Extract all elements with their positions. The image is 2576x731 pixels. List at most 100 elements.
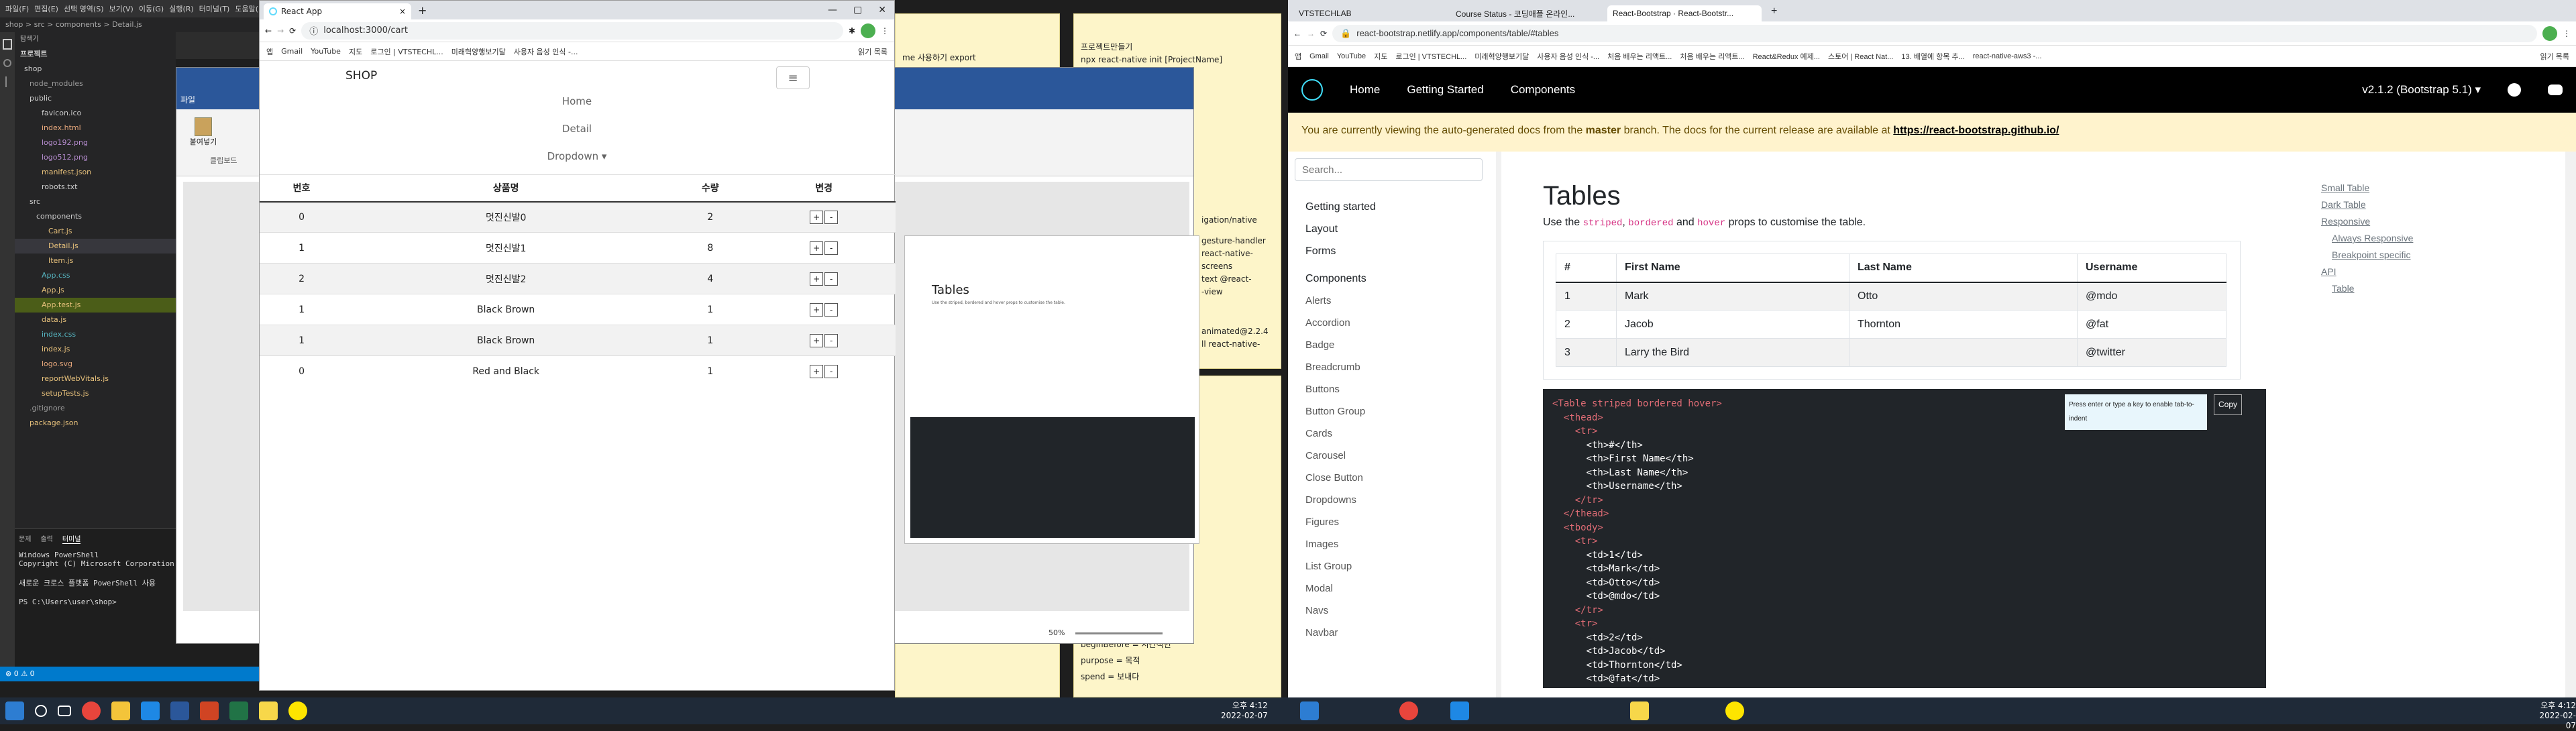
increase-button[interactable]: + [810,302,824,317]
forward-icon[interactable]: → [1307,29,1315,38]
toc-always-responsive[interactable]: Always Responsive [2321,230,2428,247]
bookmark-apps[interactable]: 앱 [266,46,273,57]
increase-button[interactable]: + [810,364,824,378]
toc-breakpoint-specific[interactable]: Breakpoint specific [2321,247,2428,264]
tree-item[interactable]: index.css [15,327,176,342]
page-scrollbar[interactable] [2565,152,2576,697]
decrease-button[interactable]: - [824,364,839,378]
bookmark-maps[interactable]: 지도 [349,46,362,57]
sidebar-layout[interactable]: Layout [1288,218,1496,240]
tree-item[interactable]: robots.txt [15,180,176,194]
menu-edit[interactable]: 편집(E) [34,3,58,14]
bookmark-item[interactable]: 미래혁양행보기달 [1474,51,1529,62]
sidebar-item-dropdowns[interactable]: Dropdowns [1288,489,1496,511]
increase-button[interactable]: + [810,210,824,224]
hamburger-toggle[interactable]: ≡ [776,66,810,89]
toc-dark-table[interactable]: Dark Table [2321,196,2428,213]
back-icon[interactable]: ← [265,26,272,36]
explorer-section[interactable]: 프로젝트 [15,47,176,62]
bookmark-maps[interactable]: 지도 [1374,51,1387,62]
decrease-button[interactable]: - [824,272,839,286]
tree-item[interactable]: package.json [15,416,176,431]
ribbon-tab-file[interactable]: 파일 [180,94,195,105]
sidebar-item-alerts[interactable]: Alerts [1288,290,1496,312]
bookmark-item[interactable]: 처음 배우는 리액트... [1607,51,1672,62]
source-control-icon[interactable] [5,76,13,87]
profile-avatar[interactable] [2542,25,2557,41]
nav-components[interactable]: Components [1511,83,1575,97]
zoom-slider[interactable] [1075,632,1163,634]
increase-button[interactable]: + [810,241,824,255]
panel-tab-terminal[interactable]: 터미널 [62,533,81,544]
decrease-button[interactable]: - [824,210,839,224]
bookmark-item[interactable]: 로그인 | VTSTECHL... [370,46,443,57]
sidebar-item-modal[interactable]: Modal [1288,577,1496,600]
new-tab-button[interactable]: + [411,4,433,19]
copy-button[interactable]: Copy [2214,394,2243,415]
sidebar-item-badge[interactable]: Badge [1288,334,1496,356]
sidebar-forms[interactable]: Forms [1288,240,1496,262]
bookmark-item[interactable]: 13. 배열에 항목 추... [1901,51,1964,62]
paste-button[interactable]: 붙여넣기 [183,117,223,147]
new-tab-button[interactable]: + [1764,5,1784,21]
sticky-notes-icon[interactable] [259,701,278,720]
tree-item[interactable]: .gitignore [15,401,176,416]
tree-item[interactable]: data.js [15,313,176,327]
vscode-icon[interactable] [141,701,160,720]
close-window-icon[interactable]: ✕ [878,5,886,15]
zoom-level[interactable]: 50% [1049,628,1065,637]
sidebar-getting-started[interactable]: Getting started [1288,196,1496,218]
tree-item[interactable]: manifest.json [15,165,176,180]
tab-vtstechlab[interactable]: VTSTECHLAB [1293,5,1448,21]
start-icon-2[interactable] [1300,701,1319,720]
tree-item[interactable]: logo.svg [15,357,176,372]
sidebar-item-breadcrumb[interactable]: Breadcrumb [1288,356,1496,378]
bookmark-apps[interactable]: 앱 [1295,51,1301,62]
react-bootstrap-logo[interactable] [1301,79,1323,101]
forward-icon[interactable]: → [277,26,284,36]
decrease-button[interactable]: - [824,241,839,255]
tree-item[interactable]: index.js [15,342,176,357]
start-icon[interactable] [5,701,24,720]
menu-run[interactable]: 실행(R) [169,3,193,14]
tree-item[interactable]: App.css [15,268,176,283]
toc-small-table[interactable]: Small Table [2321,180,2428,196]
tree-item[interactable]: logo512.png [15,150,176,165]
toc-table[interactable]: Table [2321,280,2428,297]
tab-react-bootstrap[interactable]: React-Bootstrap · React-Bootstr... [1607,5,1762,21]
sidebar-item-accordion[interactable]: Accordion [1288,312,1496,334]
tree-item[interactable]: index.html [15,121,176,135]
profile-avatar[interactable] [861,23,875,38]
tree-item[interactable]: components [15,209,176,224]
reading-list[interactable]: 읽기 목록 [858,46,888,57]
tree-item[interactable]: logo192.png [15,135,176,150]
excel-icon[interactable] [229,701,248,720]
github-icon[interactable] [2508,83,2521,97]
bookmark-item[interactable]: 사용자 음성 인식 -... [514,46,578,57]
tree-item[interactable]: public [15,91,176,106]
bookmark-item[interactable]: 미래혁양행보기달 [451,46,506,57]
menu-selection[interactable]: 선택 영역(S) [64,3,104,14]
tree-item[interactable]: reportWebVitals.js [15,372,176,386]
decrease-button[interactable]: - [824,333,839,347]
close-tab-icon[interactable]: × [399,7,406,16]
tree-item[interactable]: App.test.js [15,298,176,313]
sidebar-scrollbar[interactable] [1496,152,1501,697]
extension-icon[interactable]: ✱ [849,26,855,36]
file-explorer-icon[interactable] [111,701,130,720]
bookmark-item[interactable]: react-native-aws3 -... [1973,52,2042,60]
bookmark-youtube[interactable]: YouTube [311,47,341,56]
tree-item[interactable]: App.js [15,283,176,298]
panel-tab-problems[interactable]: 문제 [19,533,31,544]
kakaotalk-icon[interactable] [288,701,307,720]
menu-kebab-icon[interactable]: ⋮ [881,26,889,36]
menu-terminal[interactable]: 터미널(T) [199,3,230,14]
panel-tab-output[interactable]: 출력 [40,533,52,544]
tab-react-app[interactable]: React App × [264,3,411,19]
nav-detail[interactable]: Detail [260,115,894,143]
bookmark-item[interactable]: 로그인 | VTSTECHL... [1395,51,1466,62]
brand[interactable]: SHOP [345,69,377,82]
discord-icon[interactable] [2548,85,2563,95]
toc-responsive[interactable]: Responsive [2321,213,2428,230]
decrease-button[interactable]: - [824,302,839,317]
